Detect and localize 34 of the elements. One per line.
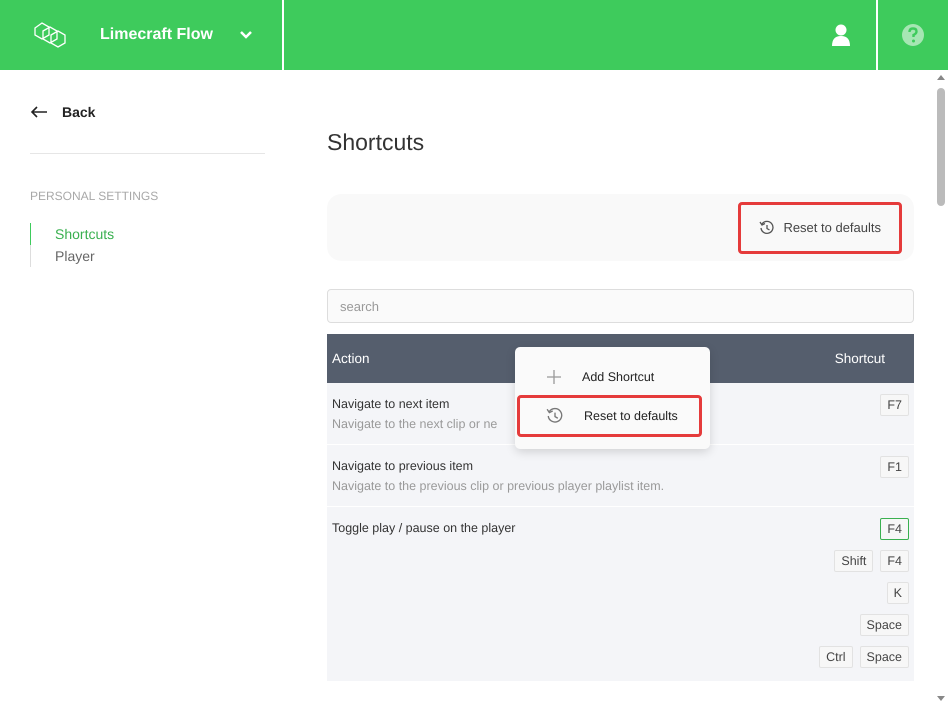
action-description: Navigate to the previous clip or previous player playlist item.: [332, 479, 664, 493]
menu-item[interactable]: Reset to defaults: [517, 395, 702, 437]
key-badge[interactable]: Ctrl: [819, 646, 853, 668]
action-description: Navigate to the next clip or ne: [332, 417, 498, 431]
column-header: Shortcut: [834, 351, 885, 366]
key-badge[interactable]: Space: [860, 614, 909, 636]
help-icon[interactable]: [901, 23, 925, 47]
key-badge[interactable]: F7: [880, 394, 909, 416]
chevron-down-icon[interactable]: [238, 30, 253, 40]
history-icon: [759, 220, 776, 236]
page-title: Shortcuts: [327, 129, 426, 156]
arrow-left-icon: [30, 106, 48, 118]
scroll-up-icon[interactable]: [937, 74, 945, 80]
column-header: Action: [332, 351, 370, 366]
user-icon[interactable]: [831, 24, 851, 46]
key-badge[interactable]: F1: [880, 456, 909, 478]
key-badge[interactable]: K: [886, 582, 909, 604]
search-field[interactable]: search: [327, 289, 914, 323]
reset-button[interactable]: Reset to defaults: [738, 202, 902, 254]
plus-icon: [546, 369, 562, 385]
action-name: Toggle play / pause on the player: [332, 521, 516, 535]
action-name: Navigate to previous item: [332, 459, 474, 473]
section-title: PERSONAL SETTINGS: [30, 189, 160, 203]
history-icon: [546, 407, 564, 425]
back-link[interactable]: Back: [30, 104, 96, 120]
key-badge[interactable]: F4: [880, 518, 909, 540]
scrollbar-thumb[interactable]: [937, 88, 945, 206]
scroll-down-icon[interactable]: [937, 696, 945, 702]
action-name: Navigate to next item: [332, 397, 450, 411]
key-badge[interactable]: F4: [880, 550, 909, 572]
menu-item[interactable]: Add Shortcut: [517, 359, 702, 395]
key-badge[interactable]: Shift: [834, 550, 874, 572]
sidebar-item[interactable]: Player: [30, 245, 95, 267]
key-badge[interactable]: Space: [860, 646, 909, 668]
